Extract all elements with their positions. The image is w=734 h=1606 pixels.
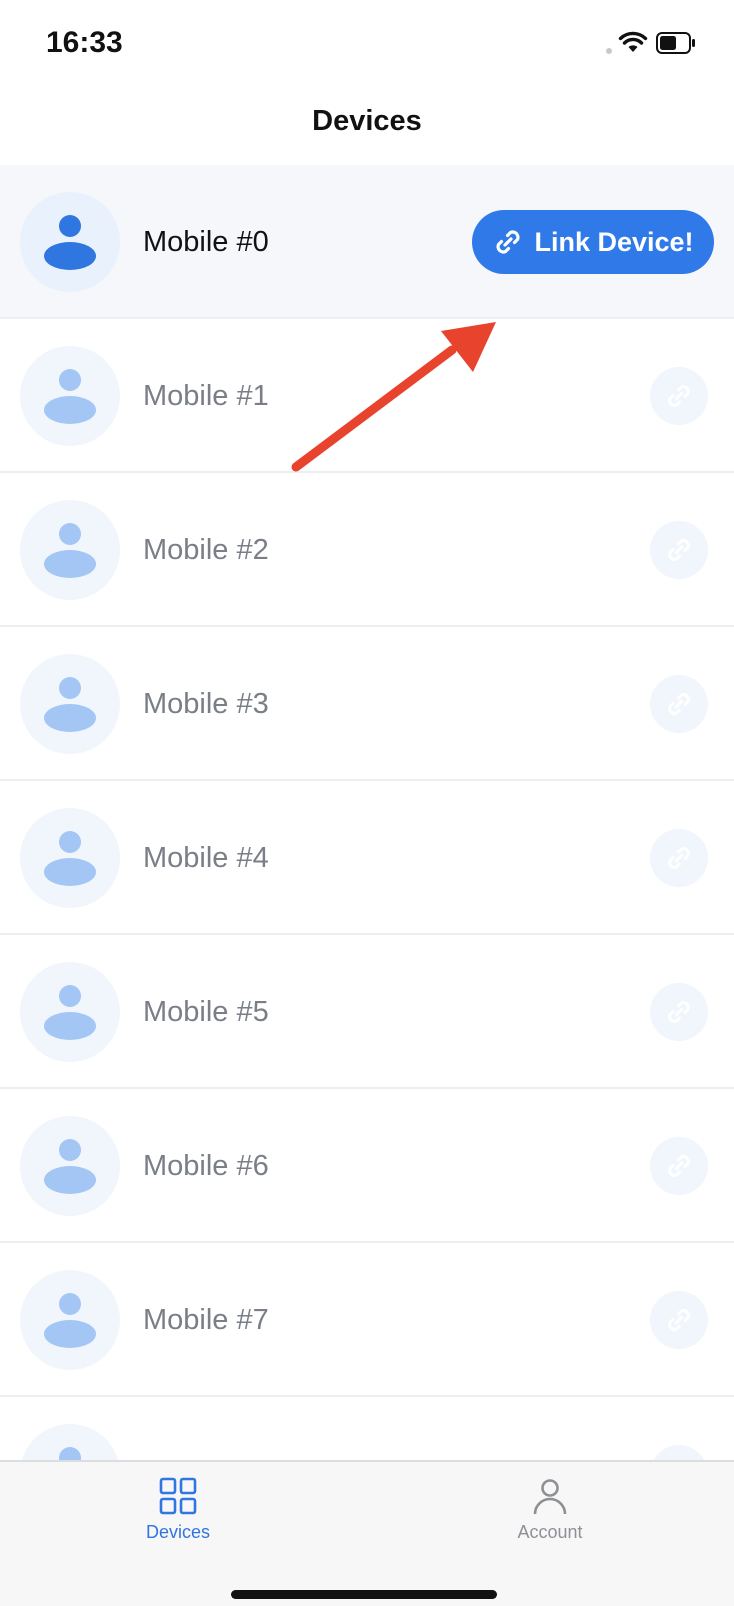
link-device-button[interactable] (650, 521, 708, 579)
grid-icon (159, 1477, 197, 1515)
tab-account[interactable]: Account (450, 1476, 650, 1543)
link-icon (668, 1155, 690, 1177)
device-list: Mobile #0 Link Device! Mobile #1 Mobile … (0, 165, 734, 1460)
device-name: Mobile #1 (143, 380, 269, 412)
device-row-6[interactable]: Mobile #6 (0, 1089, 734, 1243)
avatar-icon (20, 808, 120, 908)
status-time: 16:33 (46, 26, 123, 59)
page-title: Devices (312, 105, 422, 137)
person-icon (533, 1479, 567, 1515)
link-icon (668, 847, 690, 869)
home-indicator (231, 1590, 497, 1599)
avatar-icon (20, 654, 120, 754)
device-row-2[interactable]: Mobile #2 (0, 473, 734, 627)
link-device-button[interactable] (650, 367, 708, 425)
battery-icon (656, 32, 695, 54)
device-row-0[interactable]: Mobile #0 Link Device! (0, 165, 734, 319)
avatar-icon (20, 500, 120, 600)
link-device-button[interactable] (650, 1445, 708, 1460)
device-name: Mobile #3 (143, 688, 269, 720)
device-row-4[interactable]: Mobile #4 (0, 781, 734, 935)
link-device-button[interactable] (650, 983, 708, 1041)
device-name: Mobile #7 (143, 1304, 269, 1336)
tab-bar: Devices Account (0, 1460, 734, 1606)
link-icon (668, 1001, 690, 1023)
signal-dot-icon (606, 48, 612, 54)
device-name: Mobile #6 (143, 1150, 269, 1182)
tab-label: Account (517, 1522, 583, 1542)
link-device-button[interactable] (650, 1137, 708, 1195)
avatar-icon (20, 346, 120, 446)
wifi-icon (618, 31, 648, 52)
device-row-1[interactable]: Mobile #1 (0, 319, 734, 473)
device-row-7[interactable]: Mobile #7 (0, 1243, 734, 1397)
tab-devices[interactable]: Devices (78, 1476, 278, 1543)
link-device-button[interactable] (650, 1291, 708, 1349)
link-device-button[interactable] (650, 675, 708, 733)
device-name: Mobile #0 (143, 226, 269, 258)
link-icon (668, 385, 690, 407)
avatar-icon (20, 1116, 120, 1216)
link-icon (668, 539, 690, 561)
avatar-icon (20, 1424, 120, 1460)
avatar-icon (20, 1270, 120, 1370)
link-device-button[interactable] (650, 829, 708, 887)
device-row-8[interactable] (0, 1397, 734, 1460)
link-device-button[interactable]: Link Device! (472, 210, 714, 274)
link-icon (668, 693, 690, 715)
device-row-5[interactable]: Mobile #5 (0, 935, 734, 1089)
device-name: Mobile #2 (143, 534, 269, 566)
avatar-icon (20, 962, 120, 1062)
device-name: Mobile #4 (143, 842, 269, 874)
link-icon (496, 230, 521, 254)
device-row-3[interactable]: Mobile #3 (0, 627, 734, 781)
device-name: Mobile #5 (143, 996, 269, 1028)
link-icon (668, 1309, 690, 1331)
link-device-label: Link Device! (534, 226, 694, 257)
avatar-icon (20, 192, 120, 292)
tab-label: Devices (145, 1522, 211, 1542)
status-bar: 16:33 (0, 0, 734, 90)
